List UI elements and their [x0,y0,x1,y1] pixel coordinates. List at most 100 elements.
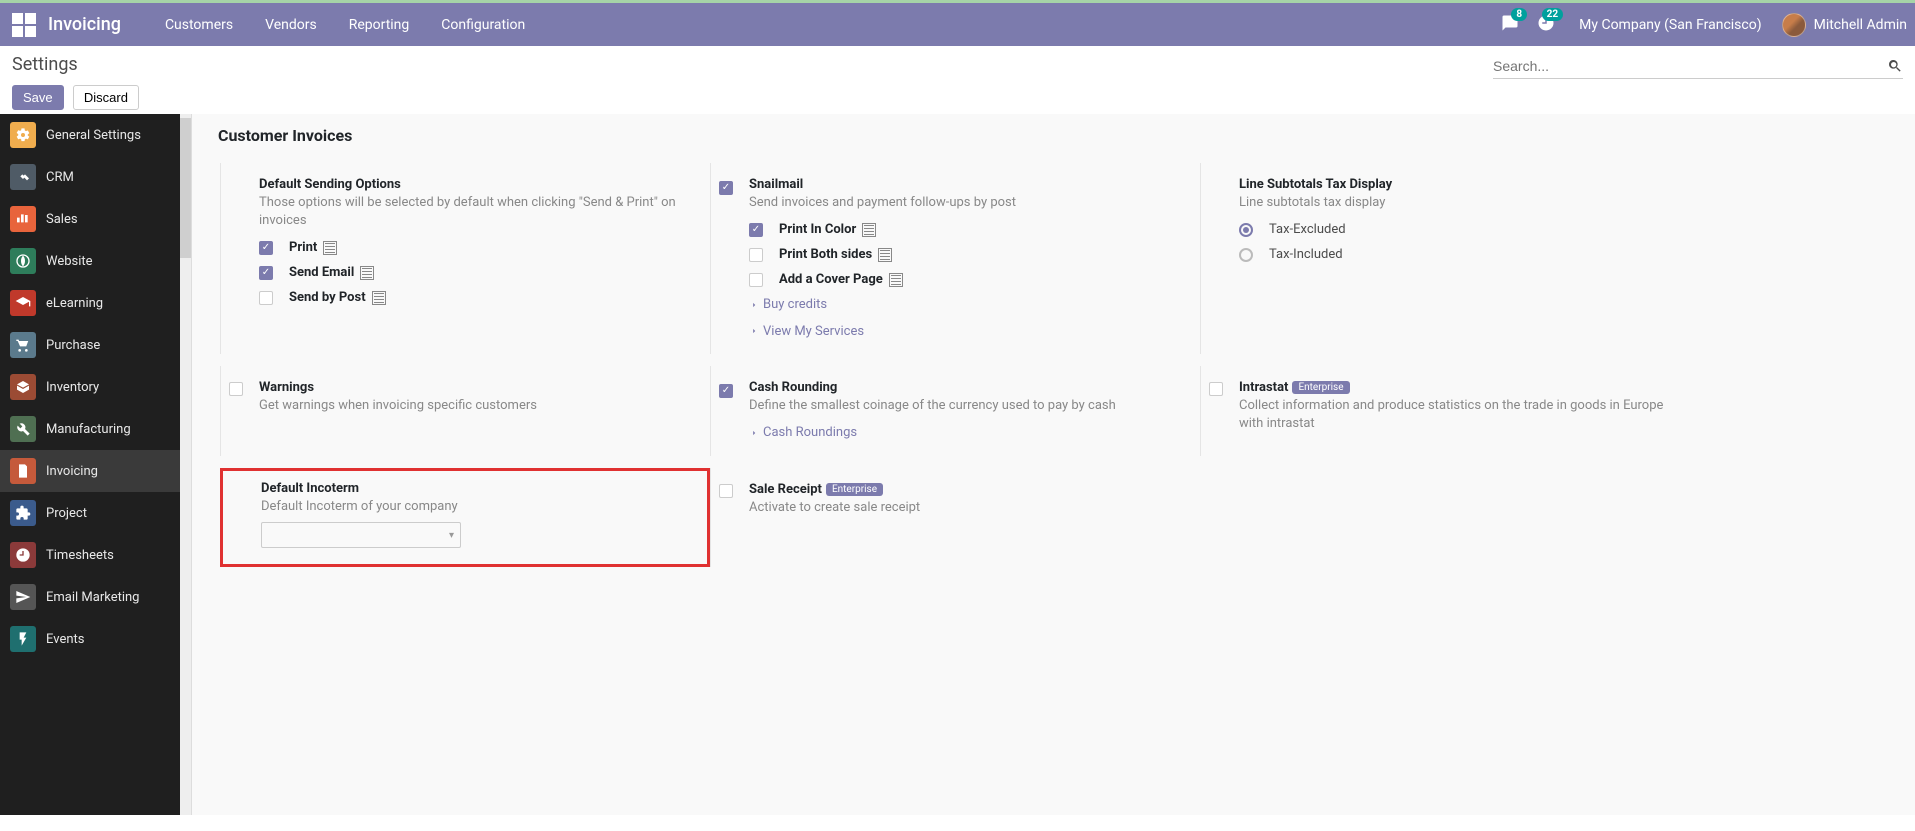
default-incoterm-sub: Default Incoterm of your company [261,498,699,516]
snailmail-checkbox[interactable] [719,181,733,195]
invoice-icon [10,458,36,484]
sidebar-item-elearning[interactable]: eLearning [0,282,180,324]
warnings-checkbox[interactable] [229,382,243,396]
tax-excluded-radio[interactable] [1239,223,1253,237]
enterprise-badge: Enterprise [1292,381,1349,394]
send-email-label: Send Email [289,265,354,280]
box-icon [10,374,36,400]
intrastat-checkbox[interactable] [1209,382,1223,396]
sale-receipt-title: Sale Receipt [749,482,822,497]
messages-indicator[interactable]: 8 [1501,14,1523,36]
tax-included-radio[interactable] [1239,248,1253,262]
apps-icon[interactable] [12,13,36,37]
sidebar-item-label: Project [46,506,87,521]
setting-cash-rounding: Cash Rounding Define the smallest coinag… [710,366,1200,456]
app-brand[interactable]: Invoicing [48,14,121,35]
bolt-icon [10,626,36,652]
sidebar-item-label: Inventory [46,380,99,395]
add-cover-checkbox[interactable] [749,273,763,287]
scrollbar-gutter[interactable] [180,114,192,815]
send-post-label: Send by Post [289,290,366,305]
sidebar-item-general-settings[interactable]: General Settings [0,114,180,156]
warnings-sub: Get warnings when invoicing specific cus… [259,397,702,415]
sidebar-item-manufacturing[interactable]: Manufacturing [0,408,180,450]
user-menu[interactable]: Mitchell Admin [1782,13,1907,37]
sidebar-item-label: Purchase [46,338,100,353]
clock-icon [10,542,36,568]
setting-snailmail: Snailmail Send invoices and payment foll… [710,163,1200,354]
building-icon [862,223,876,237]
default-incoterm-title: Default Incoterm [261,481,699,496]
building-icon [889,273,903,287]
setting-sale-receipt: Sale ReceiptEnterprise Activate to creat… [710,468,1200,567]
send-email-checkbox[interactable] [259,266,273,280]
avatar [1782,13,1806,37]
send-post-checkbox[interactable] [259,291,273,305]
building-icon [878,248,892,262]
sidebar-item-invoicing[interactable]: Invoicing [0,450,180,492]
cash-rounding-sub: Define the smallest coinage of the curre… [749,397,1192,415]
sidebar-item-purchase[interactable]: Purchase [0,324,180,366]
activities-indicator[interactable]: 22 [1537,14,1559,36]
print-color-label: Print In Color [779,222,856,237]
print-label: Print [289,240,317,255]
sidebar-item-timesheets[interactable]: Timesheets [0,534,180,576]
sale-receipt-checkbox[interactable] [719,484,733,498]
nav-reporting[interactable]: Reporting [333,17,426,33]
cash-roundings-link[interactable]: Cash Roundings [749,425,857,440]
sidebar-item-label: Timesheets [46,548,114,563]
sidebar-item-inventory[interactable]: Inventory [0,366,180,408]
settings-content: Customer Invoices Default Sending Option… [192,114,1915,815]
company-switcher[interactable]: My Company (San Francisco) [1579,17,1761,33]
setting-tax-display: Line Subtotals Tax Display Line subtotal… [1200,163,1690,354]
default-sending-sub: Those options will be selected by defaul… [259,194,702,230]
setting-intrastat: Intrastat Enterprise Collect information … [1200,366,1690,456]
print-both-checkbox[interactable] [749,248,763,262]
page-title: Settings [12,54,139,75]
messages-count: 8 [1511,8,1527,21]
search-icon[interactable] [1887,58,1903,74]
sidebar-item-label: Invoicing [46,464,98,479]
building-icon [372,291,386,305]
building-icon [360,266,374,280]
tax-display-sub: Line subtotals tax display [1239,194,1682,212]
sidebar-item-label: Sales [46,212,78,227]
default-sending-title: Default Sending Options [259,177,702,192]
cash-rounding-checkbox[interactable] [719,384,733,398]
settings-sidebar: General SettingsCRM Sales Website eLearning… [0,114,180,815]
save-button[interactable]: Save [12,85,64,110]
chart-icon [10,206,36,232]
intrastat-title: Intrastat [1239,380,1288,395]
tax-display-title: Line Subtotals Tax Display [1239,177,1682,192]
user-name: Mitchell Admin [1814,17,1907,33]
nav-vendors[interactable]: Vendors [249,17,333,33]
sidebar-item-sales[interactable]: Sales [0,198,180,240]
nav-configuration[interactable]: Configuration [425,17,541,33]
nav-customers[interactable]: Customers [149,17,249,33]
snailmail-title: Snailmail [749,177,1192,192]
sidebar-item-events[interactable]: Events [0,618,180,660]
add-cover-label: Add a Cover Page [779,272,883,287]
sidebar-item-label: Website [46,254,93,269]
sidebar-item-website[interactable]: Website [0,240,180,282]
sidebar-item-email-marketing[interactable]: Email Marketing [0,576,180,618]
view-services-link[interactable]: View My Services [749,324,864,339]
print-color-checkbox[interactable] [749,223,763,237]
setting-default-incoterm: Default Incoterm Default Incoterm of you… [220,468,710,567]
control-bar: Settings Save Discard [0,46,1915,114]
tax-included-label: Tax-Included [1269,247,1343,262]
activities-count: 22 [1542,8,1563,21]
discard-button[interactable]: Discard [73,85,139,110]
search-input[interactable] [1493,54,1887,78]
search-box[interactable] [1493,54,1903,79]
default-incoterm-select[interactable] [261,522,461,548]
send-icon [10,584,36,610]
sidebar-item-project[interactable]: Project [0,492,180,534]
grad-icon [10,290,36,316]
print-checkbox[interactable] [259,241,273,255]
handshake-icon [10,164,36,190]
sale-receipt-sub: Activate to create sale receipt [749,499,1192,517]
sidebar-item-crm[interactable]: CRM [0,156,180,198]
buy-credits-link[interactable]: Buy credits [749,297,827,312]
intrastat-sub: Collect information and produce statisti… [1239,397,1682,433]
